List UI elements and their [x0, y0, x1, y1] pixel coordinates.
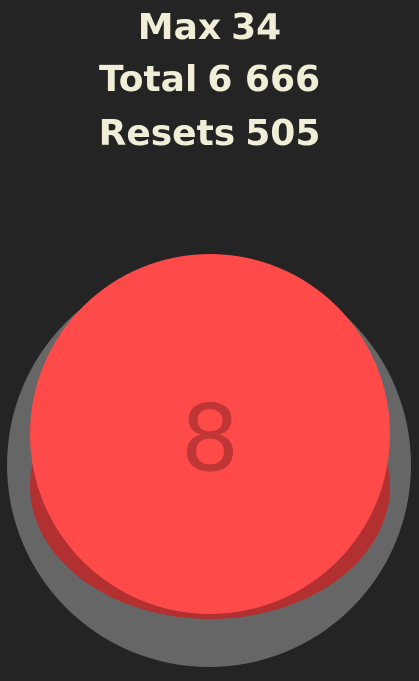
counter-button-graphic: 8 — [7, 254, 411, 667]
counter-button-area: 8 — [0, 0, 419, 681]
counter-value: 8 — [181, 385, 240, 492]
counter-screen: Max 34 Total 6 666 Resets 505 8 — [0, 0, 419, 681]
counter-button[interactable]: 8 — [30, 254, 390, 614]
